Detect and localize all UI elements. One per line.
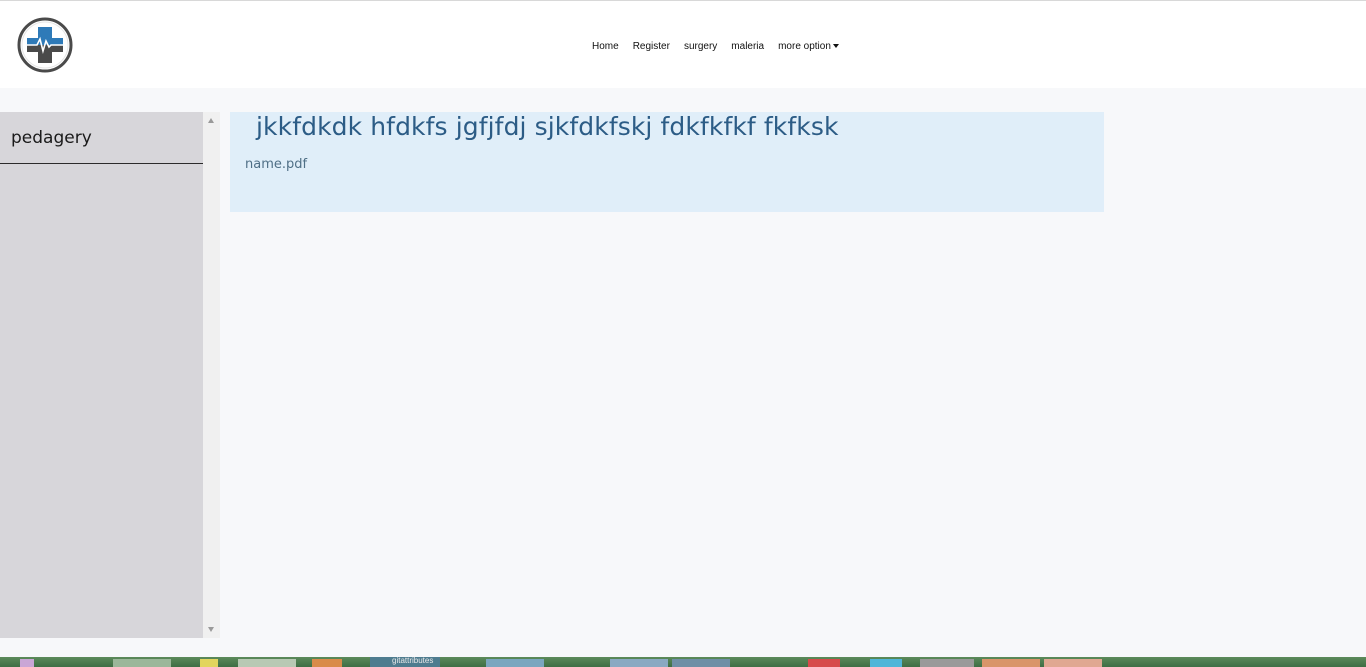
- taskbar-app-icon[interactable]: [1044, 659, 1102, 667]
- taskbar-app-icon[interactable]: [920, 659, 974, 667]
- scroll-up-arrow-icon[interactable]: [208, 118, 214, 123]
- taskbar-app-icon[interactable]: [610, 659, 668, 667]
- pdf-file-link[interactable]: name.pdf: [245, 157, 307, 172]
- taskbar-app-icon[interactable]: [200, 659, 218, 667]
- main-nav: Home Register surgery maleria more optio…: [585, 38, 846, 54]
- content-card: jkkfdkdk hfdkfs jgfjfdj sjkfdkfskj fdkfk…: [230, 112, 1104, 212]
- taskbar-app-icon[interactable]: [113, 659, 171, 667]
- nav-more-option-label: more option: [778, 40, 831, 52]
- taskbar-app-icon[interactable]: [238, 659, 296, 667]
- chevron-down-icon: [832, 44, 839, 48]
- taskbar-app-icon[interactable]: [808, 659, 840, 667]
- taskbar-app-icon[interactable]: [20, 659, 34, 667]
- sidebar-scrollbar[interactable]: [203, 112, 220, 638]
- medical-cross-heartbeat-icon: [17, 17, 73, 73]
- taskbar-app-icon[interactable]: [982, 659, 1040, 667]
- os-taskbar: gitattributes: [0, 657, 1366, 667]
- logo[interactable]: [17, 17, 73, 73]
- nav-maleria-link[interactable]: maleria: [731, 41, 764, 52]
- scroll-down-arrow-icon[interactable]: [208, 627, 214, 632]
- nav-surgery-link[interactable]: surgery: [684, 41, 717, 52]
- sidebar-item-pedagery[interactable]: pedagery: [0, 112, 203, 164]
- sidebar-item-label: pedagery: [11, 127, 92, 148]
- taskbar-app-icon[interactable]: [672, 659, 730, 667]
- sidebar: pedagery: [0, 112, 203, 638]
- taskbar-item-label[interactable]: gitattributes: [370, 657, 440, 667]
- nav-register-link[interactable]: Register: [633, 41, 670, 52]
- taskbar-app-icon[interactable]: [486, 659, 544, 667]
- taskbar-app-icon[interactable]: [312, 659, 342, 667]
- nav-home-link[interactable]: Home: [592, 41, 619, 52]
- nav-more-option-dropdown[interactable]: more option: [778, 41, 839, 52]
- card-title: jkkfdkdk hfdkfs jgfjfdj sjkfdkfskj fdkfk…: [256, 112, 839, 141]
- taskbar-app-icon[interactable]: [870, 659, 902, 667]
- navbar: Home Register surgery maleria more optio…: [0, 1, 1366, 88]
